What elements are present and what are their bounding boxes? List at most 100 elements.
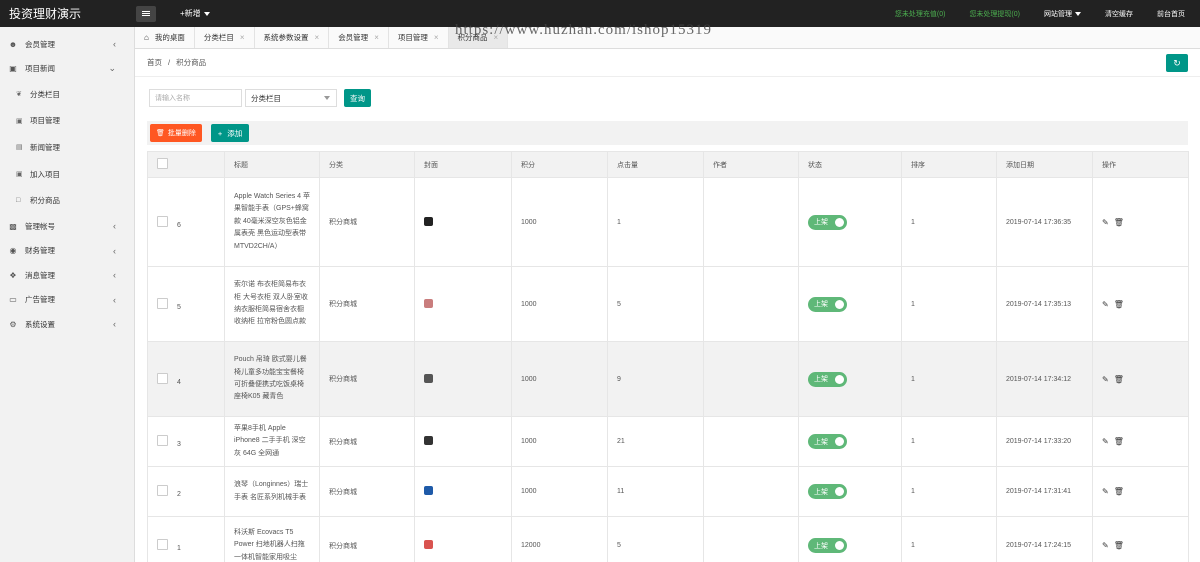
category-cell: 积分商城: [319, 266, 415, 342]
query-button[interactable]: 查询: [344, 89, 371, 107]
sidebar-subitem-points-goods[interactable]: □ 积分商品: [0, 187, 134, 214]
trash-icon[interactable]: 🗑: [1114, 541, 1124, 550]
site-manage-dropdown[interactable]: 网站管理: [1044, 9, 1081, 19]
row-select-cell: 5: [147, 266, 225, 342]
pending-withdraw-link[interactable]: 您未处理提现(0): [969, 9, 1020, 19]
points-cell: 1000: [511, 466, 608, 517]
sidebar-subitem-join-project[interactable]: ▣ 加入项目: [0, 161, 134, 188]
row-select-cell: 1: [147, 516, 225, 562]
tab-system-params[interactable]: 系统参数设置 ×: [255, 27, 330, 48]
points-cell: 1000: [511, 341, 608, 417]
cover-cell: [414, 177, 512, 267]
name-search-input[interactable]: 请输入名称: [149, 89, 242, 107]
ad-icon: ▭: [9, 295, 17, 305]
close-icon[interactable]: ×: [240, 33, 245, 42]
date-cell: 2019-07-14 17:31:41: [996, 466, 1093, 517]
chevron-down-icon: ⌄: [108, 63, 116, 74]
sidebar-subitem-label: 新闻管理: [30, 142, 60, 152]
gear-icon: ⚙: [9, 319, 17, 329]
close-icon[interactable]: ×: [374, 33, 379, 42]
row-checkbox[interactable]: [157, 297, 168, 309]
trash-icon[interactable]: 🗑: [1114, 437, 1124, 446]
cover-thumbnail[interactable]: [424, 373, 433, 383]
status-toggle[interactable]: 上架: [808, 371, 847, 387]
batch-delete-button[interactable]: 🗑 批量删除: [150, 124, 202, 142]
sidebar-item-messages[interactable]: ❖ 消息管理 ‹: [0, 263, 134, 288]
cover-thumbnail[interactable]: [424, 436, 433, 445]
tab-my-desktop[interactable]: ⌂ 我的桌面: [135, 27, 195, 48]
status-label: 上架: [814, 219, 828, 226]
edit-icon[interactable]: ✎: [1102, 375, 1109, 384]
table-row[interactable]: 6 Apple Watch Series 4 苹果智能手表（GPS+蜂窝款 40毫…: [147, 177, 1189, 267]
tab-projects[interactable]: 项目管理 ×: [389, 27, 449, 48]
close-icon[interactable]: ×: [434, 33, 439, 42]
tab-categories[interactable]: 分类栏目 ×: [195, 27, 255, 48]
row-checkbox[interactable]: [157, 215, 168, 227]
category-select[interactable]: 分类栏目: [245, 89, 337, 107]
sort-cell: 1: [901, 466, 997, 517]
trash-icon[interactable]: 🗑: [1114, 218, 1124, 227]
author-cell: [703, 516, 799, 562]
table-row[interactable]: 4 Pouch 帛琦 欧式婴儿餐椅儿童多功能宝宝餐椅可折叠便携式吃饭桌椅座椅K05…: [147, 341, 1189, 417]
trash-icon[interactable]: 🗑: [1114, 375, 1124, 384]
row-title: Pouch 帛琦 欧式婴儿餐椅儿童多功能宝宝餐椅可折叠便携式吃饭桌椅座椅K05 …: [234, 356, 307, 401]
sidebar-item-admin-accounts[interactable]: ▩ 管理帐号 ‹: [0, 214, 134, 239]
batch-delete-label: 批量删除: [167, 130, 196, 137]
row-checkbox[interactable]: [157, 485, 168, 496]
refresh-button[interactable]: ↻: [1166, 54, 1188, 72]
sidebar-item-label: 会员管理: [25, 39, 55, 49]
sidebar-subitem-news[interactable]: ▤ 新闻管理: [0, 134, 134, 161]
sidebar-item-settings[interactable]: ⚙ 系统设置 ‹: [0, 312, 134, 337]
edit-icon[interactable]: ✎: [1102, 437, 1109, 446]
status-toggle[interactable]: 上架: [808, 214, 847, 230]
tab-members[interactable]: 会员管理 ×: [329, 27, 389, 48]
hamburger-icon: [142, 13, 150, 14]
row-checkbox[interactable]: [157, 435, 168, 446]
select-all-checkbox[interactable]: [157, 158, 168, 169]
edit-icon[interactable]: ✎: [1102, 541, 1109, 550]
cover-thumbnail[interactable]: [424, 298, 433, 308]
sidebar-item-members[interactable]: ☻ 会员管理 ‹: [0, 32, 134, 57]
row-checkbox[interactable]: [157, 372, 168, 384]
sidebar-item-finance[interactable]: ◉ 财务管理 ‹: [0, 238, 134, 263]
edit-icon[interactable]: ✎: [1102, 487, 1109, 496]
table-row[interactable]: 1 科沃斯 Ecovacs T5 Power 扫地机器人扫拖一体机智能家用吸尘 积分…: [147, 516, 1189, 562]
table-header-row: 标题 分类 封面 积分 点击量 作者 状态 排序 添加日期 操作: [147, 151, 1189, 178]
menu-toggle-button[interactable]: [136, 5, 156, 22]
status-toggle[interactable]: 上架: [808, 484, 847, 499]
edit-icon[interactable]: ✎: [1102, 218, 1109, 227]
new-dropdown-button[interactable]: +新增: [180, 8, 210, 19]
cover-thumbnail[interactable]: [424, 540, 433, 549]
close-icon[interactable]: ×: [315, 33, 320, 42]
sidebar-item-ads[interactable]: ▭ 广告管理 ‹: [0, 287, 134, 312]
points-cell: 1000: [511, 177, 608, 267]
status-toggle[interactable]: 上架: [808, 538, 847, 553]
cover-thumbnail[interactable]: [424, 216, 433, 226]
status-toggle[interactable]: 上架: [808, 296, 847, 312]
sidebar-subitem-projects[interactable]: ▣ 项目管理: [0, 108, 134, 135]
frontend-home-link[interactable]: 前台首页: [1157, 9, 1185, 19]
cover-thumbnail[interactable]: [424, 486, 433, 495]
table-row[interactable]: 2 浪琴（Longinnes）瑞士手表 名匠系列机械手表 积分商城 1000 11 上架 1…: [147, 466, 1189, 517]
sidebar-item-label: 项目新闻: [25, 64, 55, 74]
title-cell: Apple Watch Series 4 苹果智能手表（GPS+蜂窝款 40毫米…: [224, 177, 320, 267]
table-row[interactable]: 5 索尔诺 布衣柜简易布衣柜 大号衣柜 双人卧室收纳衣服柜简易宿舍衣橱收纳柜 拉帘…: [147, 266, 1189, 342]
date-cell: 2019-07-14 17:24:15: [996, 516, 1093, 562]
trash-icon[interactable]: 🗑: [1114, 487, 1124, 496]
breadcrumb-home[interactable]: 首页: [147, 57, 162, 68]
sidebar-item-label: 消息管理: [25, 270, 55, 280]
leaf-icon: ❦: [16, 91, 22, 99]
date-cell: 2019-07-14 17:34:12: [996, 341, 1093, 417]
table-row[interactable]: 3 苹果8手机 Apple iPhone8 二手手机 深空灰 64G 全网通 积分商…: [147, 416, 1189, 467]
clear-cache-link[interactable]: 清空缓存: [1105, 9, 1133, 19]
edit-icon[interactable]: ✎: [1102, 300, 1109, 309]
pending-recharge-link[interactable]: 您未处理充值(0): [895, 9, 946, 19]
category-cell: 积分商城: [319, 177, 415, 267]
row-checkbox[interactable]: [157, 539, 168, 550]
trash-icon[interactable]: 🗑: [1114, 300, 1124, 309]
sidebar-subitem-categories[interactable]: ❦ 分类栏目: [0, 81, 134, 108]
status-toggle[interactable]: 上架: [808, 434, 847, 449]
sidebar-item-project-news[interactable]: ▣ 项目新闻 ⌄: [0, 57, 134, 82]
cover-cell: [414, 416, 512, 467]
add-button[interactable]: + 添加: [210, 124, 250, 142]
